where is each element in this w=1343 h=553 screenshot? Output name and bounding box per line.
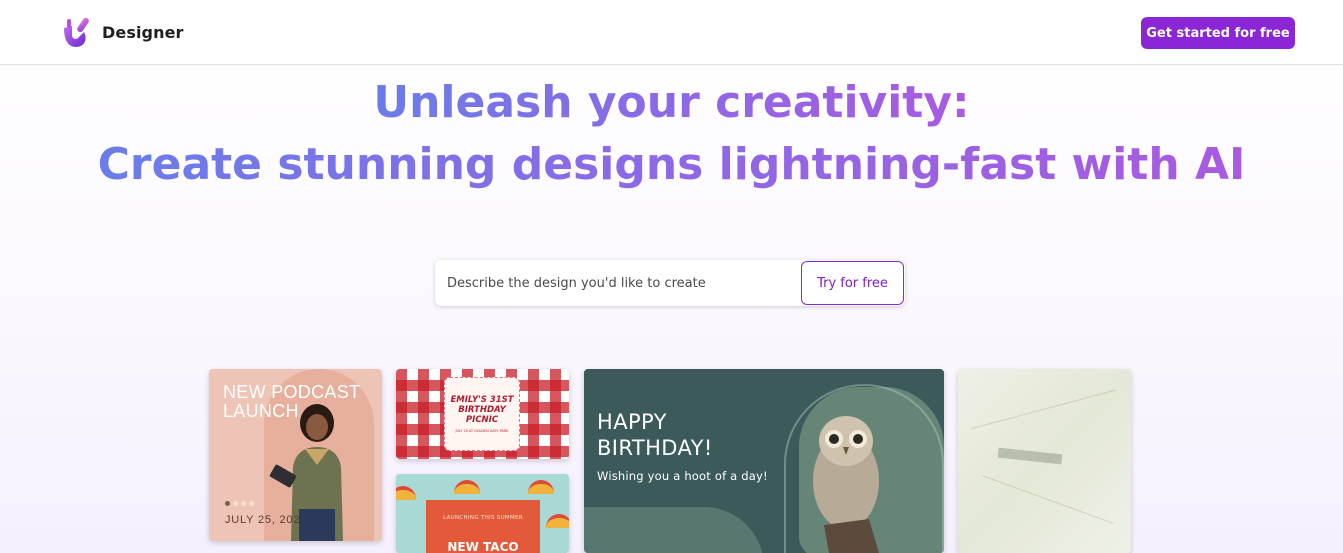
taco-subtitle: LAUNCHING THIS SUMMER (443, 515, 523, 521)
paper-crease (982, 475, 1114, 524)
taco-title: NEW TACO (447, 540, 519, 553)
get-started-button[interactable]: Get started for free (1141, 17, 1295, 49)
brand[interactable]: Designer (58, 14, 184, 50)
hero-line-1: Unleash your creativity: (373, 72, 969, 134)
taco-icon (396, 486, 416, 500)
template-card-paper[interactable] (958, 369, 1131, 553)
paper-strip (997, 447, 1063, 465)
hero-heading: Unleash your creativity: Create stunning… (0, 72, 1343, 196)
podcast-date: JULY 25, 202 (225, 514, 301, 526)
template-card-taco[interactable]: LAUNCHING THIS SUMMER NEW TACO (396, 474, 569, 553)
picnic-title: EMILY'S 31ST BIRTHDAY PICNIC (450, 395, 514, 425)
brand-name: Designer (102, 22, 184, 42)
paper-crease (970, 389, 1116, 430)
template-card-picnic[interactable]: EMILY'S 31ST BIRTHDAY PICNIC JULY 20 AT … (396, 369, 569, 459)
picnic-badge: EMILY'S 31ST BIRTHDAY PICNIC JULY 20 AT … (444, 377, 520, 451)
taco-panel: LAUNCHING THIS SUMMER NEW TACO (426, 500, 540, 553)
design-prompt-input[interactable] (435, 260, 801, 306)
designer-logo-icon (64, 17, 89, 47)
hero-line-2: Create stunning designs lightning-fast w… (98, 134, 1246, 196)
owl-image (813, 416, 879, 553)
taco-icon (528, 480, 554, 494)
template-card-podcast[interactable]: NEW PODCAST LAUNCH JULY 25, 202 (209, 369, 382, 541)
top-bar: Designer Get started for free (0, 0, 1343, 65)
picnic-detail: JULY 20 AT GOLDEN GATE PARK (455, 429, 509, 433)
template-card-birthday[interactable]: HAPPY BIRTHDAY! Wishing you a hoot of a … (584, 369, 944, 553)
taco-icon (546, 514, 569, 528)
carousel-dots (225, 501, 254, 506)
design-prompt-box: Try for free (435, 260, 905, 306)
try-for-free-button[interactable]: Try for free (801, 261, 904, 305)
taco-icon (454, 480, 480, 494)
